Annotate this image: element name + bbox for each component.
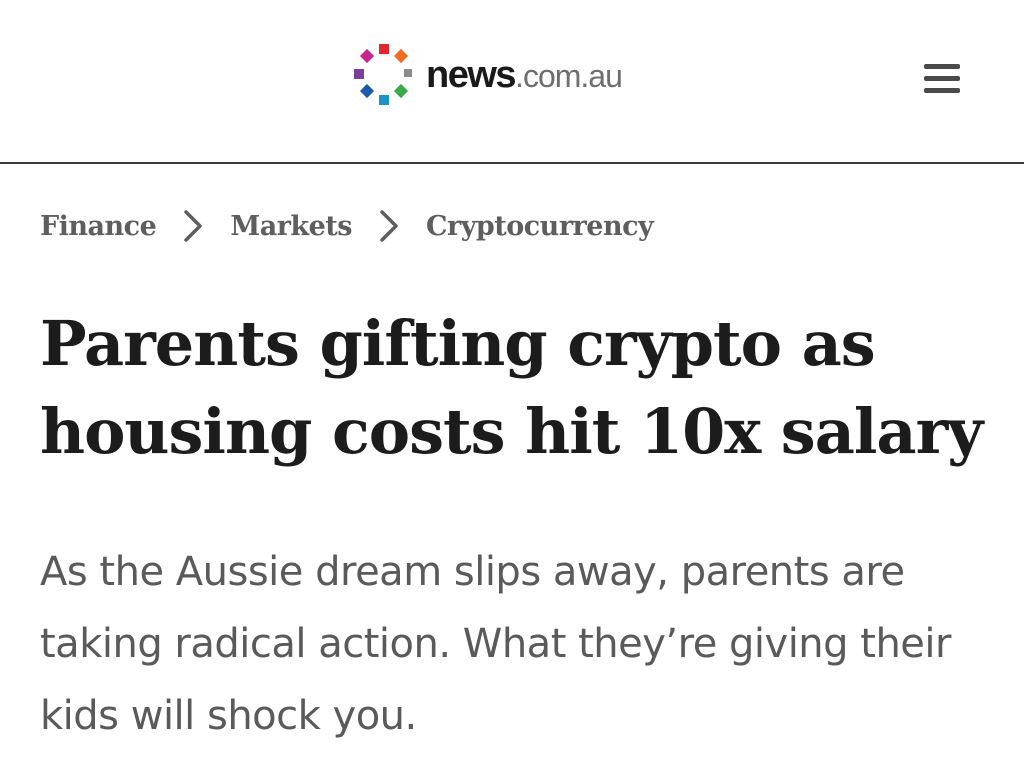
breadcrumb-cryptocurrency[interactable]: Cryptocurrency	[426, 211, 654, 242]
logo-dot-red	[379, 44, 389, 54]
logo-dot-magenta	[359, 48, 375, 64]
pinwheel-logo-icon	[354, 44, 412, 105]
logo-dot-purple	[354, 69, 364, 79]
article-standfirst: As the Aussie dream slips away, parents …	[40, 549, 951, 739]
menu-bar-top	[924, 64, 960, 69]
menu-bar-bottom	[924, 88, 960, 93]
breadcrumb: Finance Markets Cryptocurrency	[40, 206, 654, 246]
hamburger-menu-icon[interactable]	[918, 58, 966, 100]
logo-domain-text: .com.au	[515, 58, 623, 94]
breadcrumb-finance[interactable]: Finance	[40, 211, 157, 242]
logo-dot-orange	[393, 48, 409, 64]
menu-bar-middle	[924, 76, 960, 81]
site-header: news.com.au	[0, 0, 1024, 164]
site-logo[interactable]: news.com.au	[352, 40, 623, 110]
logo-wordmark: news.com.au	[426, 54, 623, 96]
logo-brand-text: news	[426, 54, 517, 96]
breadcrumb-markets[interactable]: Markets	[230, 211, 352, 242]
logo-dot-green	[393, 83, 409, 99]
logo-dot-teal	[379, 95, 389, 105]
chevron-right-icon	[380, 210, 398, 242]
chevron-right-icon	[184, 210, 203, 242]
logo-dot-blue	[359, 83, 375, 99]
logo-dot-grey	[404, 69, 412, 77]
article-headline: Parents gifting crypto as housing costs …	[40, 307, 983, 468]
